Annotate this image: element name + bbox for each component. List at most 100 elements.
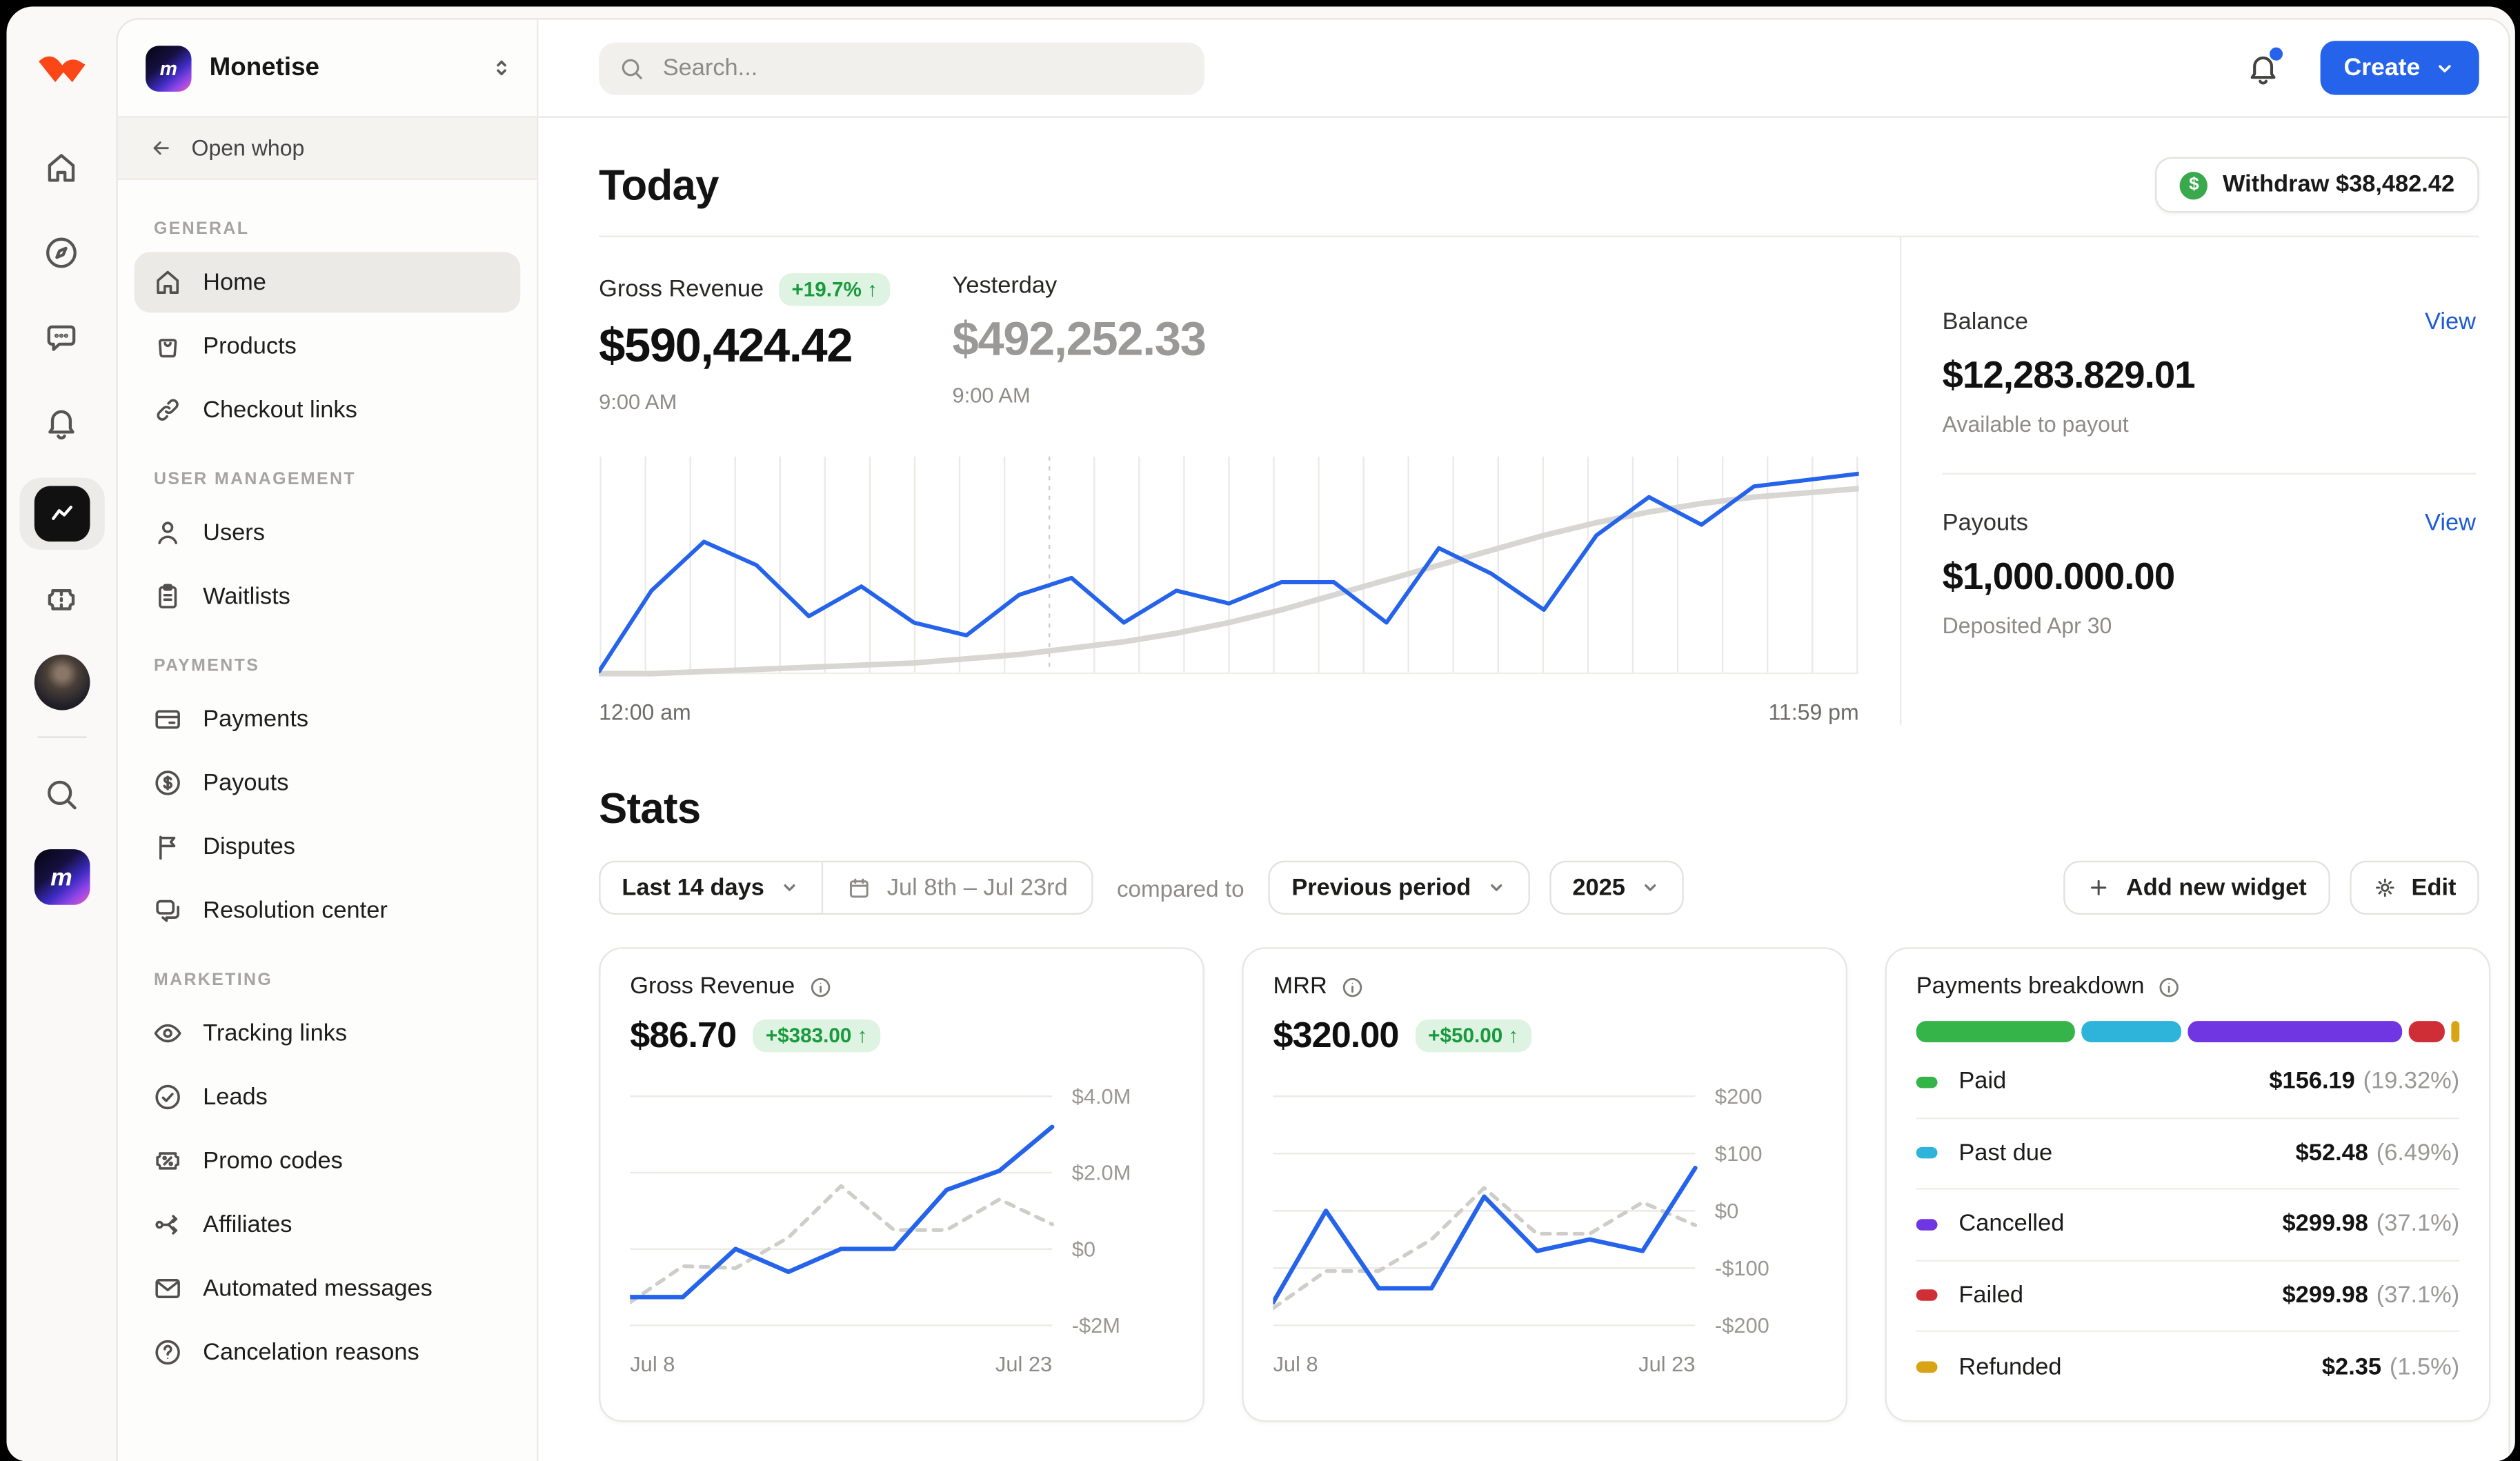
edit-button[interactable]: Edit (2349, 861, 2479, 915)
payouts-label: Payouts (1943, 510, 2028, 537)
plus-icon (2087, 875, 2112, 900)
sidebar-section-label: User management (154, 470, 501, 489)
bar-segment-failed (2408, 1021, 2444, 1042)
legend-label: Past due (1958, 1140, 2052, 1166)
sidebar-item-label: Cancelation reasons (203, 1340, 419, 1366)
sidebar-item-cancelation-reasons[interactable]: Cancelation reasons (135, 1322, 521, 1383)
year-dropdown[interactable]: 2025 (1549, 861, 1684, 915)
legend-dot (1916, 1290, 1938, 1302)
sidebar-item-affiliates[interactable]: Affiliates (135, 1195, 521, 1255)
legend-value: $299.98 (2283, 1282, 2368, 1309)
app-window: m m Monetise Open whop GeneralHomeProduc… (6, 6, 2514, 1461)
sidebar-item-label: Disputes (203, 834, 295, 860)
eye-icon (152, 1017, 183, 1048)
app-rail: m (6, 6, 116, 1461)
sidebar-item-payouts[interactable]: Payouts (135, 753, 521, 813)
rail-bell-icon[interactable] (32, 392, 90, 451)
balance-section: Balance View $12,283.829.01 Available to… (1943, 237, 2476, 437)
svg-text:-$100: -$100 (1715, 1256, 1769, 1280)
add-widget-label: Add new widget (2126, 875, 2307, 901)
workspace-switcher[interactable]: m Monetise (118, 19, 537, 117)
widget-title: Gross Revenue (630, 973, 795, 1000)
create-button[interactable]: Create (2321, 41, 2479, 95)
info-icon[interactable] (2157, 975, 2182, 1000)
svg-text:$100: $100 (1715, 1142, 1763, 1166)
rail-compass-icon[interactable] (32, 223, 90, 281)
breakdown-row-failed: Failed$299.98(37.1%) (1916, 1261, 2460, 1332)
monetise-app-icon[interactable]: m (34, 849, 90, 905)
svg-text:$4.0M: $4.0M (1072, 1084, 1131, 1109)
open-whop-back[interactable]: Open whop (118, 118, 537, 180)
compare-period-dropdown[interactable]: Previous period (1269, 861, 1530, 915)
notifications-bell[interactable] (2245, 50, 2281, 86)
user-avatar[interactable] (34, 655, 90, 710)
widget-title: Payments breakdown (1916, 973, 2145, 1000)
search-box[interactable] (599, 41, 1204, 94)
sidebar-item-home[interactable]: Home (135, 252, 521, 312)
screen: m m Monetise Open whop GeneralHomeProduc… (0, 0, 2520, 1461)
chevron-down-icon (1640, 877, 1661, 898)
svg-text:$0: $0 (1072, 1237, 1095, 1261)
mrr-mini-chart: $200$100$0-$100-$200 (1273, 1067, 1816, 1349)
chevron-down-icon (779, 877, 800, 898)
withdraw-label: Withdraw $38,482.42 (2223, 172, 2454, 198)
widget-value: $320.00 (1273, 1015, 1398, 1057)
mini-x-start: Jul 8 (1273, 1351, 1318, 1376)
legend-label: Failed (1958, 1282, 2023, 1309)
legend-dot (1916, 1362, 1938, 1373)
sidebar-item-waitlists[interactable]: Waitlists (135, 566, 521, 627)
rail-ticket-icon[interactable] (32, 569, 90, 628)
today-heading: Today (599, 159, 718, 210)
sidebar-item-checkout-links[interactable]: Checkout links (135, 379, 521, 440)
sidebar-item-disputes[interactable]: Disputes (135, 817, 521, 877)
balance-view-link[interactable]: View (2425, 309, 2476, 335)
mini-x-end: Jul 23 (995, 1351, 1052, 1376)
legend-value: $299.98 (2283, 1211, 2368, 1238)
add-widget-button[interactable]: Add new widget (2064, 861, 2330, 915)
percent-icon (152, 1145, 183, 1176)
payouts-view-link[interactable]: View (2425, 510, 2476, 537)
sidebar-nav: GeneralHomeProductsCheckout linksUser ma… (118, 180, 537, 1461)
sidebar-item-payments[interactable]: Payments (135, 689, 521, 750)
gross-revenue-change-badge: +19.7% ↑ (779, 273, 891, 306)
rail-home-icon[interactable] (32, 137, 90, 196)
payouts-value: $1,000.000.00 (1943, 555, 2476, 599)
gross-revenue-value: $590,424.42 (599, 321, 952, 375)
widget-title: MRR (1273, 973, 1327, 1000)
search-icon (619, 54, 645, 81)
rail-analytics-active[interactable] (19, 478, 103, 550)
workspace-name: Monetise (210, 53, 472, 83)
widget-value: $86.70 (630, 1015, 736, 1057)
dollar-circle-icon: $ (2180, 171, 2208, 199)
sidebar-item-label: Leads (203, 1084, 268, 1110)
date-range-control: Last 14 days Jul 8th – Jul 23rd (599, 861, 1092, 915)
sidebar-item-products[interactable]: Products (135, 316, 521, 377)
sidebar-item-resolution-center[interactable]: Resolution center (135, 880, 521, 941)
sidebar-item-tracking-links[interactable]: Tracking links (135, 1003, 521, 1064)
search-input[interactable] (659, 53, 1184, 83)
sidebar-item-promo-codes[interactable]: Promo codes (135, 1131, 521, 1191)
sidebar-item-leads[interactable]: Leads (135, 1067, 521, 1128)
rail-divider (37, 736, 86, 737)
gross-revenue-label: Gross Revenue (599, 277, 764, 303)
rail-chat-icon[interactable] (32, 308, 90, 366)
range-preset-label: Last 14 days (622, 875, 764, 901)
breakdown-row-past-due: Past due$52.48(6.49%) (1916, 1118, 2460, 1189)
whop-logo-icon[interactable] (32, 39, 90, 98)
sidebar-item-automated-messages[interactable]: Automated messages (135, 1258, 521, 1319)
payouts-sub: Deposited Apr 30 (1943, 614, 2476, 639)
payments-breakdown-card: Payments breakdown Paid$156.19(19.32%)Pa… (1885, 947, 2491, 1422)
info-icon[interactable] (808, 975, 833, 1000)
legend-dot (1916, 1076, 1938, 1088)
legend-percent: (1.5%) (2390, 1354, 2459, 1380)
withdraw-button[interactable]: $ Withdraw $38,482.42 (2156, 157, 2479, 213)
date-range-picker[interactable]: Jul 8th – Jul 23rd (823, 862, 1091, 913)
svg-text:-$200: -$200 (1715, 1313, 1769, 1338)
sidebar-item-users[interactable]: Users (135, 502, 521, 563)
info-icon[interactable] (1340, 975, 1365, 1000)
axis-end-label: 11:59 pm (1769, 700, 1859, 725)
range-preset-dropdown[interactable]: Last 14 days (601, 862, 822, 913)
rail-search-icon[interactable] (32, 764, 90, 823)
topbar: Create (538, 19, 2508, 117)
calendar-icon (846, 875, 873, 901)
